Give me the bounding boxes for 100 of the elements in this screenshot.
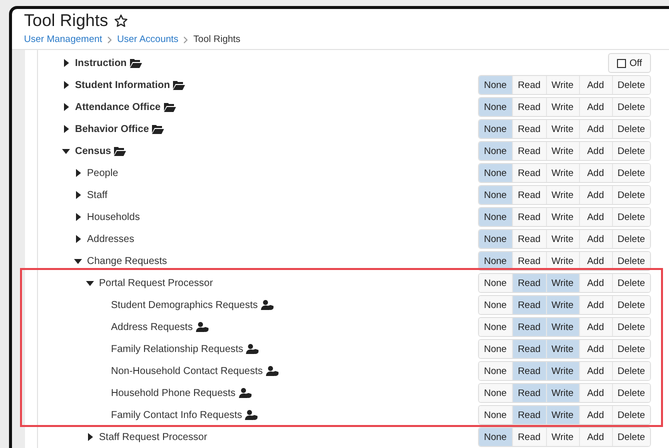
right-option-button[interactable]: Write <box>546 362 579 380</box>
caret-icon[interactable] <box>62 147 70 155</box>
caret-icon[interactable] <box>74 191 82 199</box>
caret-icon[interactable] <box>74 257 82 265</box>
tree-item-label[interactable]: Addresses <box>87 234 134 244</box>
caret-icon[interactable] <box>62 125 70 133</box>
right-option-button[interactable]: Add <box>578 384 612 402</box>
caret-icon[interactable] <box>62 59 70 67</box>
right-option-button[interactable]: Delete <box>612 384 650 402</box>
right-option-button[interactable]: Delete <box>612 76 650 94</box>
tree-item-label[interactable]: Census <box>75 146 112 156</box>
right-option-button[interactable]: Add <box>578 142 612 160</box>
breadcrumb-link[interactable]: User Accounts <box>117 34 178 45</box>
right-option-button[interactable]: Write <box>546 120 579 138</box>
caret-icon[interactable] <box>86 433 94 441</box>
right-option-button[interactable]: Write <box>546 428 579 446</box>
star-icon[interactable] <box>114 14 128 28</box>
right-option-button[interactable]: Delete <box>612 98 650 116</box>
tree-item-label[interactable]: Attendance Office <box>75 102 161 112</box>
right-option-button[interactable]: Read <box>512 120 546 138</box>
right-option-button[interactable]: Delete <box>612 142 650 160</box>
right-option-button[interactable]: Write <box>546 186 579 204</box>
right-option-button[interactable]: Read <box>512 98 546 116</box>
right-option-button[interactable]: Delete <box>612 428 650 446</box>
tree-item-label[interactable]: Change Requests <box>87 256 168 266</box>
tree-item-label[interactable]: Student Demographics Requests <box>111 300 258 310</box>
right-option-button[interactable]: Add <box>578 318 612 336</box>
right-option-button[interactable]: None <box>478 120 512 138</box>
checkbox[interactable] <box>616 58 626 68</box>
right-option-button[interactable]: Add <box>578 186 612 204</box>
right-option-button[interactable]: Add <box>578 362 612 380</box>
breadcrumb-link[interactable]: User Management <box>24 34 102 45</box>
right-option-button[interactable]: Delete <box>612 164 650 182</box>
right-option-button[interactable]: Write <box>546 384 579 402</box>
right-option-button[interactable]: Delete <box>612 230 650 248</box>
tree-item-label[interactable]: Student Information <box>75 80 170 90</box>
right-option-button[interactable]: None <box>478 318 512 336</box>
right-option-button[interactable]: None <box>478 362 512 380</box>
right-option-button[interactable]: None <box>478 98 512 116</box>
right-option-button[interactable]: Read <box>512 384 546 402</box>
tree-item-label[interactable]: Instruction <box>75 58 127 68</box>
right-option-button[interactable]: Add <box>578 208 612 226</box>
right-option-button[interactable]: Add <box>578 164 612 182</box>
right-option-button[interactable]: Add <box>578 340 612 358</box>
right-option-button[interactable]: Add <box>578 428 612 446</box>
right-option-button[interactable]: Add <box>578 406 612 424</box>
right-option-button[interactable]: None <box>478 142 512 160</box>
right-option-button[interactable]: Add <box>578 296 612 314</box>
right-option-button[interactable]: Write <box>546 340 579 358</box>
right-option-button[interactable]: Read <box>512 186 546 204</box>
right-option-button[interactable]: Write <box>546 164 579 182</box>
tree-item-label[interactable]: Family Relationship Requests <box>111 344 244 354</box>
right-option-button[interactable]: Add <box>578 98 612 116</box>
right-option-button[interactable]: Delete <box>612 340 650 358</box>
right-option-button[interactable]: Delete <box>612 208 650 226</box>
right-option-button[interactable]: None <box>478 230 512 248</box>
right-option-button[interactable]: Delete <box>612 296 650 314</box>
right-option-button[interactable]: Delete <box>612 274 650 292</box>
tree-item-label[interactable]: Portal Request Processor <box>99 278 213 288</box>
right-option-button[interactable]: Write <box>546 76 579 94</box>
tree-item-label[interactable]: Behavior Office <box>75 124 149 134</box>
right-option-button[interactable]: Delete <box>612 362 650 380</box>
right-option-button[interactable]: Read <box>512 76 546 94</box>
right-option-button[interactable]: Write <box>546 274 579 292</box>
right-option-button[interactable]: Write <box>546 230 579 248</box>
right-option-button[interactable]: Read <box>512 164 546 182</box>
right-option-button[interactable]: Delete <box>612 120 650 138</box>
right-option-button[interactable]: Write <box>546 318 579 336</box>
right-option-button[interactable]: Delete <box>612 318 650 336</box>
caret-icon[interactable] <box>86 279 94 287</box>
right-option-button[interactable]: None <box>478 208 512 226</box>
right-option-button[interactable]: Read <box>512 142 546 160</box>
tree-item-label[interactable]: Staff Request Processor <box>99 432 208 442</box>
tree-item-label[interactable]: Household Phone Requests <box>111 388 236 398</box>
right-option-button[interactable]: Read <box>512 406 546 424</box>
right-option-button[interactable]: Add <box>578 230 612 248</box>
caret-icon[interactable] <box>62 81 70 89</box>
right-option-button[interactable]: Add <box>578 120 612 138</box>
right-option-button[interactable]: Delete <box>612 186 650 204</box>
caret-icon[interactable] <box>74 169 82 177</box>
right-option-button[interactable]: None <box>478 428 512 446</box>
right-option-button[interactable]: Read <box>512 340 546 358</box>
tree-item-label[interactable]: People <box>87 168 118 178</box>
off-toggle-button[interactable]: Off <box>608 53 651 73</box>
right-option-button[interactable]: Write <box>546 98 579 116</box>
right-option-button[interactable]: Write <box>546 296 579 314</box>
right-option-button[interactable]: Add <box>578 76 612 94</box>
right-option-button[interactable]: Read <box>512 208 546 226</box>
tree-item-label[interactable]: Address Requests <box>111 322 193 332</box>
caret-icon[interactable] <box>74 235 82 243</box>
right-option-button[interactable]: Read <box>512 362 546 380</box>
right-option-button[interactable]: None <box>478 76 512 94</box>
right-option-button[interactable]: Write <box>546 208 579 226</box>
right-option-button[interactable]: Read <box>512 428 546 446</box>
right-option-button[interactable]: Delete <box>612 406 650 424</box>
caret-icon[interactable] <box>74 213 82 221</box>
caret-icon[interactable] <box>62 103 70 111</box>
right-option-button[interactable]: None <box>478 186 512 204</box>
right-option-button[interactable]: Read <box>512 318 546 336</box>
right-option-button[interactable]: None <box>478 340 512 358</box>
